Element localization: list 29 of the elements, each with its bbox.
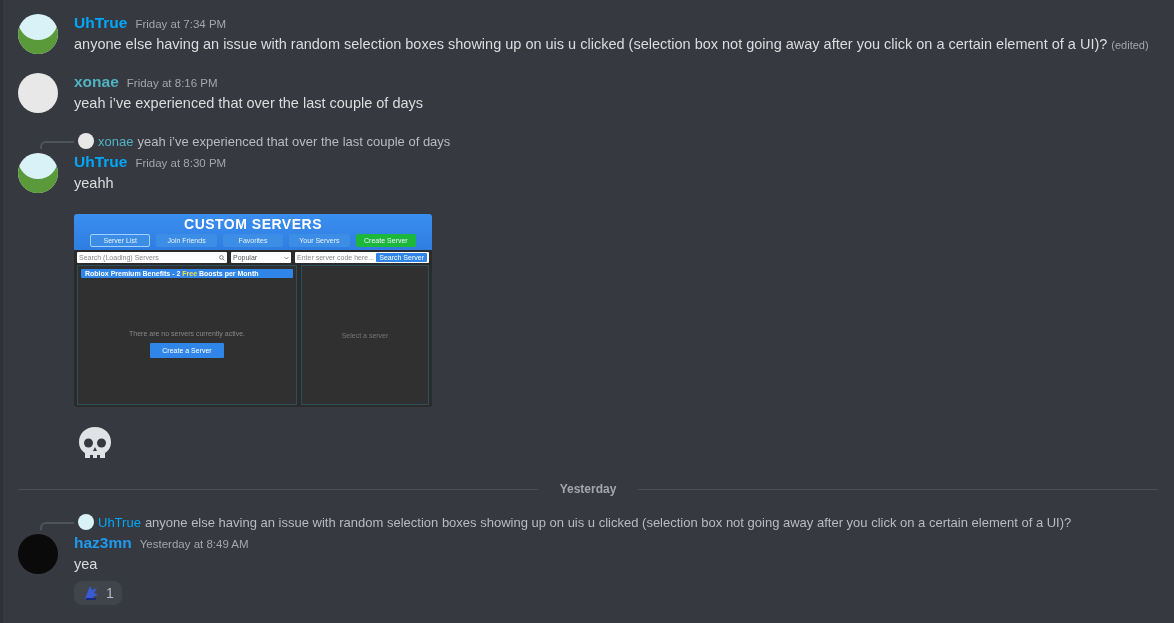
message-text: anyone else having an issue with random selection boxes showing up on uis u clicked (selection box not going away after you click on a certain element of a UI)? (edited) [74, 35, 1149, 54]
avatar[interactable] [78, 133, 94, 149]
reply-preview[interactable]: anyone else having an issue with random selection boxes showing up on uis u clicked (selection box not going away after you click on a certain element of a UI)? [144, 514, 1072, 530]
username[interactable]: haz3mn [74, 534, 132, 552]
timestamp: Yesterday at 8:49 AM [139, 538, 249, 550]
avatar[interactable] [18, 73, 58, 113]
screenshot-attachment[interactable] [74, 214, 432, 407]
timestamp: Friday at 8:30 PM [135, 157, 227, 169]
avatar[interactable] [18, 14, 58, 54]
reply-author[interactable]: xonae [98, 133, 134, 149]
username[interactable]: UhTrue [74, 153, 128, 171]
chevron-icon [284, 255, 289, 260]
username[interactable]: UhTrue [74, 14, 128, 32]
message-text: yeahh [74, 174, 115, 193]
screenshot-title: CUSTOM SERVERS [184, 216, 322, 232]
reply-connector [40, 141, 74, 149]
message-text: yeah i’ve experienced that over the last couple of days [74, 94, 424, 113]
timestamp: Friday at 8:16 PM [126, 77, 218, 89]
reaction-button[interactable]: 1 [74, 581, 122, 605]
date-divider: Yesterday [558, 482, 618, 496]
reply-preview[interactable]: yeah i’ve experienced that over the last couple of days [137, 133, 451, 149]
search-icon [219, 254, 225, 261]
avatar[interactable] [18, 153, 58, 193]
timestamp: Friday at 7:34 PM [135, 18, 227, 30]
avatar[interactable] [78, 514, 94, 530]
reply-connector [40, 522, 74, 530]
message-text: yea [74, 555, 99, 574]
reply-author[interactable]: UhTrue [98, 514, 141, 530]
username[interactable]: xonae [74, 73, 119, 91]
